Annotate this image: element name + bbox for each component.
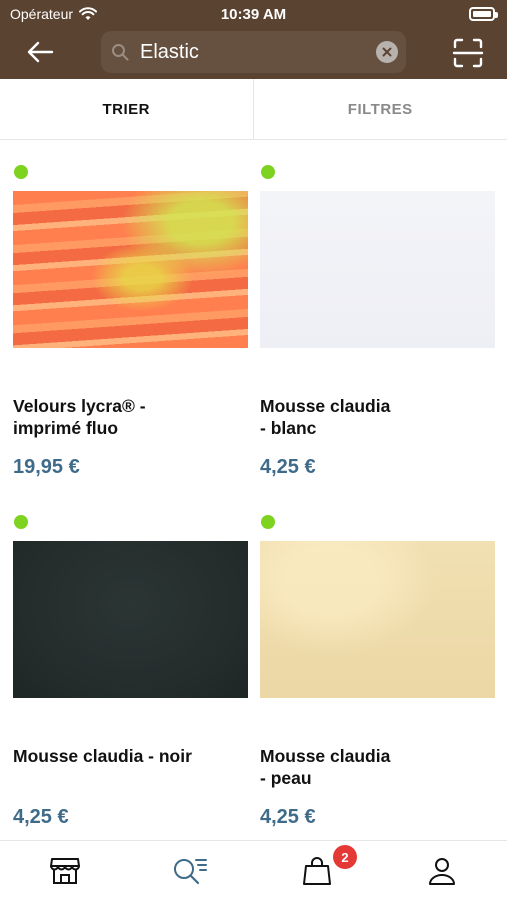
- close-icon: [382, 47, 392, 57]
- battery-icon: [469, 7, 498, 21]
- clear-search-button[interactable]: [376, 41, 398, 63]
- product-image[interactable]: [13, 191, 248, 348]
- tab-cart[interactable]: [297, 851, 337, 891]
- product-image[interactable]: [13, 541, 248, 698]
- stock-indicator: [14, 515, 28, 529]
- stock-indicator: [261, 515, 275, 529]
- product-price: 19,95 €: [13, 456, 80, 478]
- tab-search[interactable]: [170, 851, 210, 891]
- stock-indicator: [14, 165, 28, 179]
- product-price: 4,25 €: [260, 806, 316, 828]
- user-icon: [429, 858, 455, 885]
- filter-button[interactable]: FILTRES: [254, 79, 507, 139]
- product-name[interactable]: Mousse claudia - noir: [13, 745, 238, 767]
- store-icon: [50, 858, 80, 884]
- product-image[interactable]: [260, 541, 495, 698]
- product-name[interactable]: Mousse claudia - blanc: [260, 395, 485, 439]
- sort-filter-bar: TRIER FILTRES: [0, 79, 507, 140]
- product-name[interactable]: Mousse claudia - peau: [260, 745, 485, 789]
- status-bar: Opérateur 10:39 AM: [0, 0, 507, 28]
- bag-icon: [303, 857, 331, 885]
- product-price: 4,25 €: [260, 456, 316, 478]
- stock-indicator: [261, 165, 275, 179]
- bottom-tab-bar: 2: [0, 840, 507, 900]
- product-price: 4,25 €: [13, 806, 69, 828]
- product-card[interactable]: Mousse claudia - blanc 4,25 €: [260, 140, 495, 478]
- product-card[interactable]: Mousse claudia - peau 4,25 €: [260, 490, 495, 828]
- search-navbar: Elastic: [0, 28, 507, 79]
- product-image[interactable]: [260, 191, 495, 348]
- arrow-left-icon: [27, 41, 54, 63]
- search-field[interactable]: Elastic: [101, 31, 406, 73]
- product-name[interactable]: Velours lycra® - imprimé fluo: [13, 395, 238, 439]
- sort-button[interactable]: TRIER: [0, 79, 254, 139]
- search-query[interactable]: Elastic: [140, 41, 199, 64]
- tab-shop[interactable]: [45, 851, 85, 891]
- scan-icon: [452, 38, 484, 68]
- product-card[interactable]: Velours lycra® - imprimé fluo 19,95 €: [13, 140, 248, 478]
- search-list-icon: [174, 859, 207, 885]
- clock: 10:39 AM: [220, 6, 287, 23]
- tab-account[interactable]: [422, 851, 462, 891]
- app-header: Opérateur 10:39 AM Elastic: [0, 0, 507, 79]
- back-button[interactable]: [24, 38, 56, 66]
- search-icon: [112, 44, 129, 61]
- cart-count-badge: 2: [333, 845, 357, 869]
- product-card[interactable]: Mousse claudia - noir 4,25 €: [13, 490, 248, 828]
- barcode-scan-button[interactable]: [452, 37, 484, 69]
